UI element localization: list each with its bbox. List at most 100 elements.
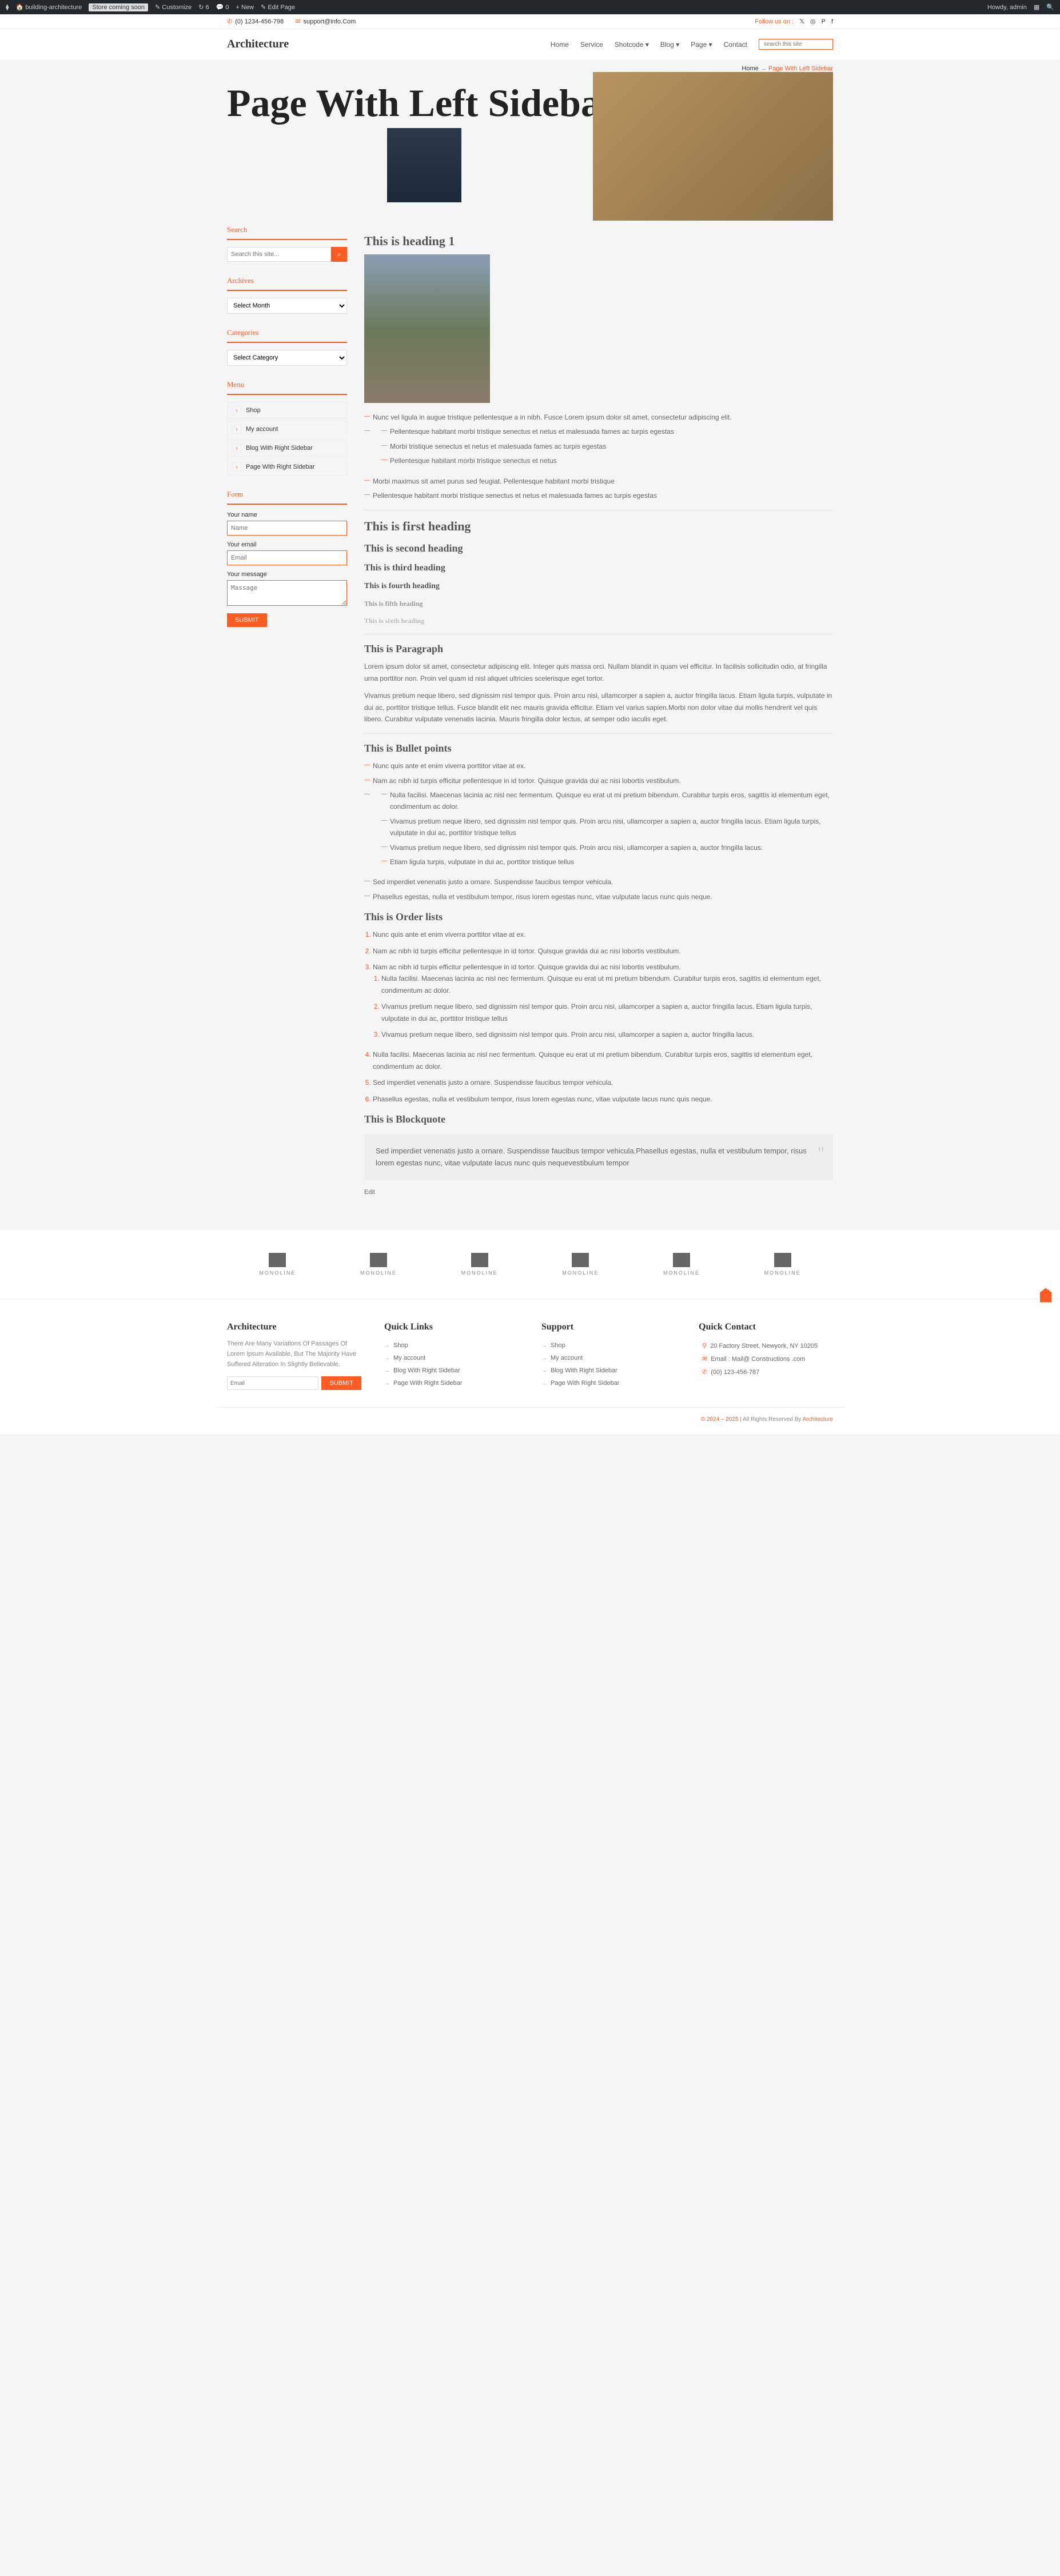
- edit-link[interactable]: Edit: [364, 1189, 833, 1196]
- menu-widget: Menu Shop My account Blog With Right Sid…: [227, 380, 347, 476]
- footer: Architecture There Are Many Variations O…: [0, 1299, 1060, 1434]
- list-item: Pellentesque habitant morbi tristique se…: [364, 490, 833, 501]
- menu-item[interactable]: Page With Right Sidebar: [227, 458, 347, 476]
- menu-item[interactable]: Blog With Right Sidebar: [227, 440, 347, 457]
- list-item: Nam ac nibh id turpis efficitur pellente…: [373, 945, 833, 957]
- ordered-list: Nunc quis ante et enim viverra porttitor…: [373, 929, 833, 1105]
- footer-support: Support Shop My account Blog With Right …: [541, 1322, 676, 1390]
- new-link[interactable]: + New: [236, 4, 254, 11]
- nav-page[interactable]: Page ▾: [691, 41, 712, 49]
- submit-button[interactable]: SUBMIT: [227, 613, 267, 627]
- footer-link[interactable]: My account: [541, 1352, 676, 1364]
- footer-link[interactable]: Page With Right Sidebar: [541, 1377, 676, 1389]
- widget-title: Categories: [227, 328, 347, 343]
- first-heading: This is first heading: [364, 519, 833, 534]
- customize-link[interactable]: ✎ Customize: [155, 3, 192, 11]
- footer-logo: Architecture: [227, 1322, 361, 1332]
- footer-link[interactable]: Blog With Right Sidebar: [384, 1364, 519, 1377]
- email-input[interactable]: [227, 550, 347, 565]
- pin-icon: ⚲: [702, 1342, 707, 1349]
- building-icon: [471, 1253, 488, 1267]
- email-label: Your email: [227, 541, 347, 548]
- email: ✉ support@info.Com: [295, 18, 356, 25]
- brand-logo: MONOLINE: [360, 1253, 397, 1276]
- footer-quick-links: Quick Links Shop My account Blog With Ri…: [384, 1322, 519, 1390]
- widget-title: Archives: [227, 276, 347, 291]
- instagram-icon[interactable]: ◎: [810, 18, 816, 25]
- name-input[interactable]: [227, 521, 347, 536]
- archives-select[interactable]: Select Month: [227, 298, 347, 314]
- search-button[interactable]: ⌕: [331, 247, 347, 262]
- breadcrumb-home[interactable]: Home: [742, 65, 758, 72]
- search-widget: Search ⌕: [227, 225, 347, 262]
- footer-email-input[interactable]: [227, 1376, 318, 1390]
- categories-select[interactable]: Select Category: [227, 350, 347, 366]
- list-item: Nulla facilisi. Maecenas lacinia ac nisl…: [364, 789, 833, 868]
- paragraph: Lorem ipsum dolor sit amet, consectetur …: [364, 661, 833, 684]
- bullet-list: Nunc quis ante et enim viverra porttitor…: [364, 760, 833, 902]
- logo[interactable]: Architecture: [227, 38, 289, 51]
- bullets-heading: This is Bullet points: [364, 742, 833, 754]
- header-search-input[interactable]: [759, 39, 833, 50]
- nav-contact[interactable]: Contact: [724, 41, 747, 49]
- list-item: Nulla facilisi. Maecenas lacinia ac nisl…: [381, 789, 833, 813]
- edit-page-link[interactable]: ✎ Edit Page: [261, 3, 295, 11]
- facebook-icon[interactable]: f: [831, 18, 833, 25]
- excavator-image: [364, 254, 490, 403]
- list-item: Nam ac nibh id turpis efficitur pellente…: [364, 775, 833, 786]
- nav-service[interactable]: Service: [580, 41, 603, 49]
- wp-logo[interactable]: ⧫: [6, 3, 9, 11]
- footer-link[interactable]: Page With Right Sidebar: [384, 1377, 519, 1389]
- comments-icon[interactable]: 💬 0: [216, 3, 229, 11]
- footer-link[interactable]: My account: [384, 1352, 519, 1364]
- third-heading: This is third heading: [364, 563, 833, 573]
- footer-address: ⚲ 20 Factory Street, Newyork, NY 10205: [699, 1339, 833, 1352]
- intro-list: Nunc vel ligula in augue tristique pelle…: [364, 412, 833, 501]
- pinterest-icon[interactable]: P: [822, 18, 826, 25]
- admin-bar: ⧫ 🏠 building-architecture Store coming s…: [0, 0, 1060, 14]
- footer-about-text: There Are Many Variations Of Passages Of…: [227, 1339, 361, 1369]
- avatar-icon[interactable]: ▦: [1034, 3, 1039, 11]
- list-item: Sed imperdiet venenatis justo a ornare. …: [364, 876, 833, 888]
- header: Architecture Home Service Shotcode ▾ Blo…: [0, 29, 1060, 59]
- menu-item[interactable]: My account: [227, 421, 347, 438]
- brand-logo: MONOLINE: [663, 1253, 700, 1276]
- brand-logo: MONOLINE: [461, 1253, 498, 1276]
- nav-shotcode[interactable]: Shotcode ▾: [615, 41, 649, 49]
- blockquote-heading: This is Blockquote: [364, 1113, 833, 1125]
- breadcrumb-current: Page With Left Sidebar: [768, 65, 833, 72]
- main-content: This is heading 1 Nunc vel ligula in aug…: [364, 225, 833, 1196]
- brand-logo: MONOLINE: [562, 1253, 599, 1276]
- message-textarea[interactable]: [227, 580, 347, 606]
- search-icon[interactable]: 🔍: [1046, 3, 1054, 11]
- nav-blog[interactable]: Blog ▾: [660, 41, 679, 49]
- updates-icon[interactable]: ↻ 6: [198, 3, 209, 11]
- list-item: Morbi tristique senectus et netus et mal…: [381, 441, 833, 452]
- name-label: Your name: [227, 512, 347, 518]
- x-icon[interactable]: 𝕏: [799, 18, 804, 25]
- mail-icon: ✉: [295, 18, 300, 25]
- list-item: Vivamus pretium neque libero, sed dignis…: [381, 842, 833, 853]
- footer-copyright: © 2024 – 2025 | All Rights Reserved By A…: [216, 1407, 844, 1423]
- building-icon: [673, 1253, 690, 1267]
- hero-tower-image: [387, 128, 461, 202]
- message-label: Your message: [227, 571, 347, 578]
- list-item: Sed imperdiet venenatis justo a ornare. …: [373, 1077, 833, 1088]
- footer-link[interactable]: Shop: [384, 1339, 519, 1352]
- second-heading: This is second heading: [364, 542, 833, 554]
- footer-link[interactable]: Blog With Right Sidebar: [541, 1364, 676, 1377]
- widget-title: Search: [227, 225, 347, 240]
- search-input[interactable]: [227, 247, 331, 262]
- follow-label: Follow us on :: [755, 18, 794, 25]
- howdy[interactable]: Howdy, admin: [987, 4, 1027, 11]
- footer-submit-button[interactable]: SUBMIT: [321, 1376, 361, 1390]
- menu-item[interactable]: Shop: [227, 402, 347, 419]
- list-item: Vivamus pretium neque libero, sed dignis…: [381, 816, 833, 839]
- blockquote: Sed imperdiet venenatis justo a ornare. …: [364, 1134, 833, 1181]
- site-name[interactable]: 🏠 building-architecture: [15, 3, 82, 11]
- list-item: Vivamus pretium neque libero, sed dignis…: [381, 1029, 833, 1040]
- footer-link[interactable]: Shop: [541, 1339, 676, 1352]
- store-badge[interactable]: Store coming soon: [89, 3, 148, 11]
- nav-home[interactable]: Home: [551, 41, 569, 49]
- paragraph: Vivamus pretium neque libero, sed dignis…: [364, 690, 833, 725]
